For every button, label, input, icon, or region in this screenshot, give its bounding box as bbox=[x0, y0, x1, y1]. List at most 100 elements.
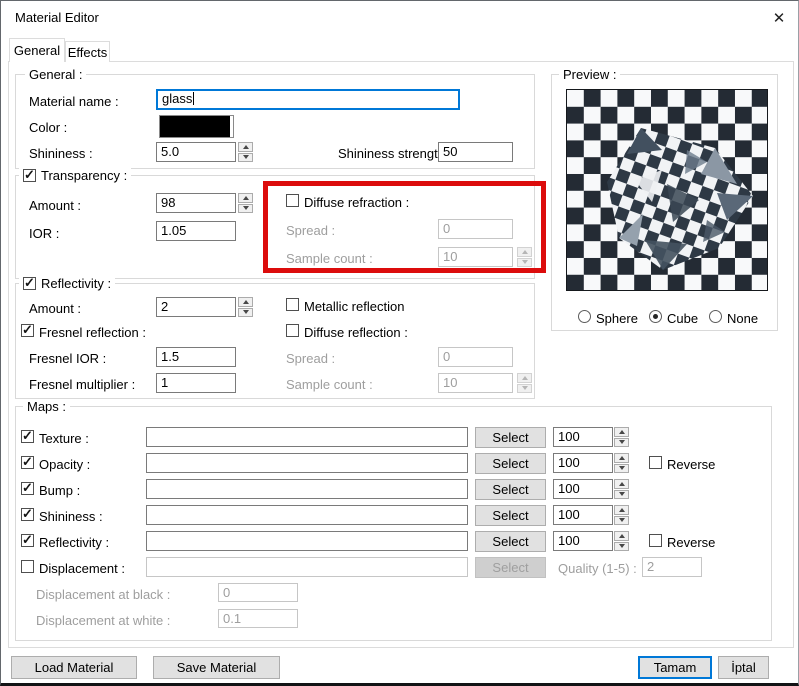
diffuse-refraction-checkbox[interactable] bbox=[286, 194, 299, 207]
color-label: Color : bbox=[29, 120, 68, 135]
displacement-white-input: 0.1 bbox=[218, 609, 298, 628]
displacement-checkbox[interactable] bbox=[21, 560, 34, 573]
spin-down-icon[interactable] bbox=[614, 489, 629, 499]
shininess-strength-input[interactable]: 50 bbox=[438, 142, 513, 162]
spin-up-icon bbox=[517, 373, 532, 383]
load-material-button[interactable]: Load Material bbox=[11, 656, 137, 679]
shininess-map-amount-updown[interactable] bbox=[614, 505, 629, 525]
texture-amount-updown[interactable] bbox=[614, 427, 629, 447]
spin-up-icon[interactable] bbox=[238, 193, 253, 203]
texture-checkbox[interactable] bbox=[21, 428, 34, 444]
displacement-select-button: Select bbox=[475, 557, 546, 578]
spin-up-icon bbox=[517, 247, 532, 257]
cancel-button[interactable]: İptal bbox=[718, 656, 769, 679]
metallic-reflection-checkbox[interactable] bbox=[286, 298, 299, 311]
shininess-input[interactable]: 5.0 bbox=[156, 142, 236, 162]
spin-down-icon[interactable] bbox=[614, 515, 629, 525]
shininess-map-checkbox[interactable] bbox=[21, 506, 34, 522]
shininess-label: Shininess : bbox=[29, 146, 93, 161]
reflectivity-amount-input[interactable]: 2 bbox=[156, 297, 236, 317]
color-swatch-button[interactable] bbox=[159, 115, 234, 138]
displacement-white-label: Displacement at white : bbox=[36, 613, 171, 628]
reflectivity-checkbox[interactable] bbox=[23, 275, 36, 291]
displacement-black-label: Displacement at black : bbox=[36, 587, 171, 602]
tab-effects[interactable]: Effects bbox=[65, 41, 110, 62]
opacity-amount-updown[interactable] bbox=[614, 453, 629, 473]
tab-general[interactable]: General bbox=[9, 38, 65, 62]
spin-down-icon bbox=[517, 257, 532, 267]
spin-up-icon[interactable] bbox=[614, 531, 629, 541]
spin-down-icon[interactable] bbox=[238, 152, 253, 162]
spin-up-icon[interactable] bbox=[614, 505, 629, 515]
reflectivity-map-select-button[interactable]: Select bbox=[475, 531, 546, 552]
reflectivity-amount-label: Amount : bbox=[29, 301, 82, 316]
texture-path-input[interactable] bbox=[146, 427, 468, 447]
reflectivity-sample-count-input: 10 bbox=[438, 373, 513, 393]
diffuse-reflection-checkbox[interactable] bbox=[286, 324, 299, 337]
metallic-reflection-label: Metallic reflection bbox=[304, 299, 405, 314]
material-name-input[interactable]: glass bbox=[156, 89, 460, 110]
fresnel-ior-label: Fresnel IOR : bbox=[29, 351, 107, 366]
spin-up-icon[interactable] bbox=[238, 297, 253, 307]
transparency-label: Transparency : bbox=[41, 167, 128, 183]
ior-input[interactable]: 1.05 bbox=[156, 221, 236, 241]
texture-amount-input[interactable]: 100 bbox=[553, 427, 613, 447]
save-material-button[interactable]: Save Material bbox=[153, 656, 280, 679]
transparency-amount-updown[interactable] bbox=[238, 193, 253, 213]
transparency-spread-label: Spread : bbox=[286, 223, 336, 238]
spin-down-icon[interactable] bbox=[238, 307, 253, 317]
spin-down-icon[interactable] bbox=[614, 541, 629, 551]
displacement-label: Displacement : bbox=[39, 561, 125, 576]
transparency-checkbox[interactable] bbox=[23, 167, 36, 183]
preview-none-label: None bbox=[727, 311, 759, 326]
reflectivity-map-path-input[interactable] bbox=[146, 531, 468, 551]
bump-amount-updown[interactable] bbox=[614, 479, 629, 499]
bump-path-input[interactable] bbox=[146, 479, 468, 499]
spin-down-icon[interactable] bbox=[614, 463, 629, 473]
spin-up-icon[interactable] bbox=[614, 453, 629, 463]
spin-down-icon[interactable] bbox=[238, 203, 253, 213]
fresnel-ior-input[interactable]: 1.5 bbox=[156, 347, 236, 367]
reflectivity-amount-updown[interactable] bbox=[238, 297, 253, 317]
preview-none-radio[interactable] bbox=[709, 310, 722, 323]
spin-down-icon bbox=[517, 383, 532, 393]
texture-select-button[interactable]: Select bbox=[475, 427, 546, 448]
preview-cube-label: Cube bbox=[667, 311, 699, 326]
fresnel-reflection-checkbox[interactable] bbox=[21, 322, 34, 338]
material-name-label: Material name : bbox=[29, 94, 119, 109]
shininess-map-amount-input[interactable]: 100 bbox=[553, 505, 613, 525]
spin-up-icon[interactable] bbox=[614, 427, 629, 437]
spin-down-icon[interactable] bbox=[614, 437, 629, 447]
bump-amount-input[interactable]: 100 bbox=[553, 479, 613, 499]
reflectivity-map-amount-updown[interactable] bbox=[614, 531, 629, 551]
ok-button[interactable]: Tamam bbox=[638, 656, 712, 679]
shininess-updown[interactable] bbox=[238, 142, 253, 162]
preview-sphere-radio[interactable] bbox=[578, 310, 591, 323]
ior-label: IOR : bbox=[29, 226, 60, 241]
opacity-select-button[interactable]: Select bbox=[475, 453, 546, 474]
transparency-sample-count-input: 10 bbox=[438, 247, 513, 267]
transparency-amount-input[interactable]: 98 bbox=[156, 193, 236, 213]
displacement-black-input: 0 bbox=[218, 583, 298, 602]
diffuse-refraction-label: Diffuse refraction : bbox=[304, 195, 410, 210]
spin-up-icon[interactable] bbox=[238, 142, 253, 152]
shininess-map-select-button[interactable]: Select bbox=[475, 505, 546, 526]
reflectivity-spread-input: 0 bbox=[438, 347, 513, 367]
close-icon[interactable]: ✕ bbox=[769, 8, 789, 28]
opacity-reverse-checkbox[interactable] bbox=[649, 456, 662, 469]
opacity-amount-input[interactable]: 100 bbox=[553, 453, 613, 473]
shininess-map-path-input[interactable] bbox=[146, 505, 468, 525]
opacity-reverse-label: Reverse bbox=[667, 457, 716, 472]
fresnel-multiplier-input[interactable]: 1 bbox=[156, 373, 236, 393]
opacity-path-input[interactable] bbox=[146, 453, 468, 473]
bump-checkbox[interactable] bbox=[21, 480, 34, 496]
reflectivity-map-checkbox[interactable] bbox=[21, 532, 34, 548]
transparency-group-header: Transparency : bbox=[19, 167, 132, 183]
reflectivity-map-label: Reflectivity : bbox=[39, 535, 110, 550]
reflectivity-reverse-checkbox[interactable] bbox=[649, 534, 662, 547]
spin-up-icon[interactable] bbox=[614, 479, 629, 489]
bump-select-button[interactable]: Select bbox=[475, 479, 546, 500]
opacity-checkbox[interactable] bbox=[21, 454, 34, 470]
reflectivity-map-amount-input[interactable]: 100 bbox=[553, 531, 613, 551]
preview-cube-radio[interactable] bbox=[649, 310, 662, 323]
